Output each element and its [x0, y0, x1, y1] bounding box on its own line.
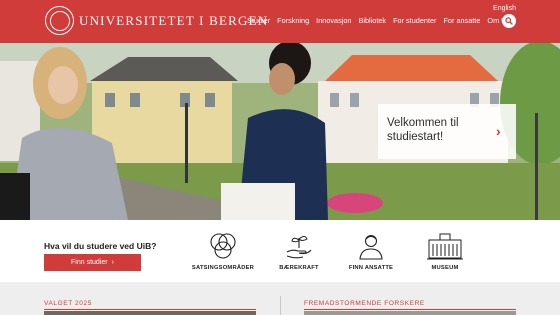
- nav-item-studier[interactable]: Studier: [247, 16, 270, 25]
- site-logo-text[interactable]: UNIVERSITETET I BERGEN: [79, 13, 268, 29]
- venn-circles-icon: [210, 233, 236, 259]
- quicklink-label: SATSINGSOMRÅDER: [191, 265, 255, 271]
- chevron-right-icon: ›: [496, 123, 501, 139]
- study-section: Hva vil du studere ved UiB? Finn studier…: [0, 220, 560, 282]
- quicklink-label: FINN ANSATTE: [348, 265, 394, 271]
- section-title-valget[interactable]: VALGET 2025: [44, 300, 92, 307]
- study-heading: Hva vil du studere ved UiB?: [44, 241, 157, 251]
- quicklink-satsingsomrader[interactable]: SATSINGSOMRÅDER: [183, 230, 263, 271]
- column-divider: [280, 296, 281, 315]
- person-icon: [359, 234, 383, 260]
- news-sections: VALGET 2025 FREMADSTORMENDE FORSKERE: [0, 282, 560, 315]
- quicklink-museum[interactable]: MUSEUM: [405, 230, 485, 271]
- search-button[interactable]: [502, 14, 516, 28]
- quicklink-label: BÆREKRAFT: [279, 265, 319, 271]
- nav-item-innovasjon[interactable]: Innovasjon: [316, 16, 351, 25]
- section-title-forskere[interactable]: FREMADSTORMENDE FORSKERE: [304, 300, 425, 307]
- hero-banner: Velkommen til studiestart! ›: [0, 43, 560, 220]
- nav-item-for-ansatte[interactable]: For ansatte: [443, 16, 480, 25]
- section-divider: [44, 309, 256, 310]
- news-thumbnail[interactable]: [44, 311, 256, 315]
- quicklink-label: MUSEUM: [431, 265, 459, 271]
- nav-item-bibliotek[interactable]: Bibliotek: [358, 16, 386, 25]
- nav-item-forskning[interactable]: Forskning: [277, 16, 309, 25]
- chevron-right-icon: ›: [111, 259, 114, 266]
- site-header: UNIVERSITETET I BERGEN English Studier F…: [0, 0, 560, 43]
- university-seal-icon[interactable]: [45, 6, 74, 35]
- find-studies-label: Finn studier: [71, 259, 108, 266]
- quicklink-baerekraft[interactable]: BÆREKRAFT: [259, 230, 339, 271]
- section-divider: [304, 309, 516, 310]
- find-studies-button[interactable]: Finn studier ›: [44, 254, 141, 271]
- hand-plant-icon: [286, 236, 312, 259]
- quicklink-finn-ansatte[interactable]: FINN ANSATTE: [331, 230, 411, 271]
- search-icon: [505, 17, 513, 25]
- nav-item-for-studenter[interactable]: For studenter: [393, 16, 436, 25]
- museum-building-icon: [427, 233, 463, 260]
- main-nav: Studier Forskning Innovasjon Bibliotek F…: [247, 16, 513, 25]
- news-thumbnail[interactable]: [304, 311, 516, 315]
- language-link[interactable]: English: [493, 5, 516, 12]
- hero-card-text: Velkommen til studiestart!: [387, 117, 459, 143]
- hero-promo-card[interactable]: Velkommen til studiestart! ›: [378, 104, 516, 159]
